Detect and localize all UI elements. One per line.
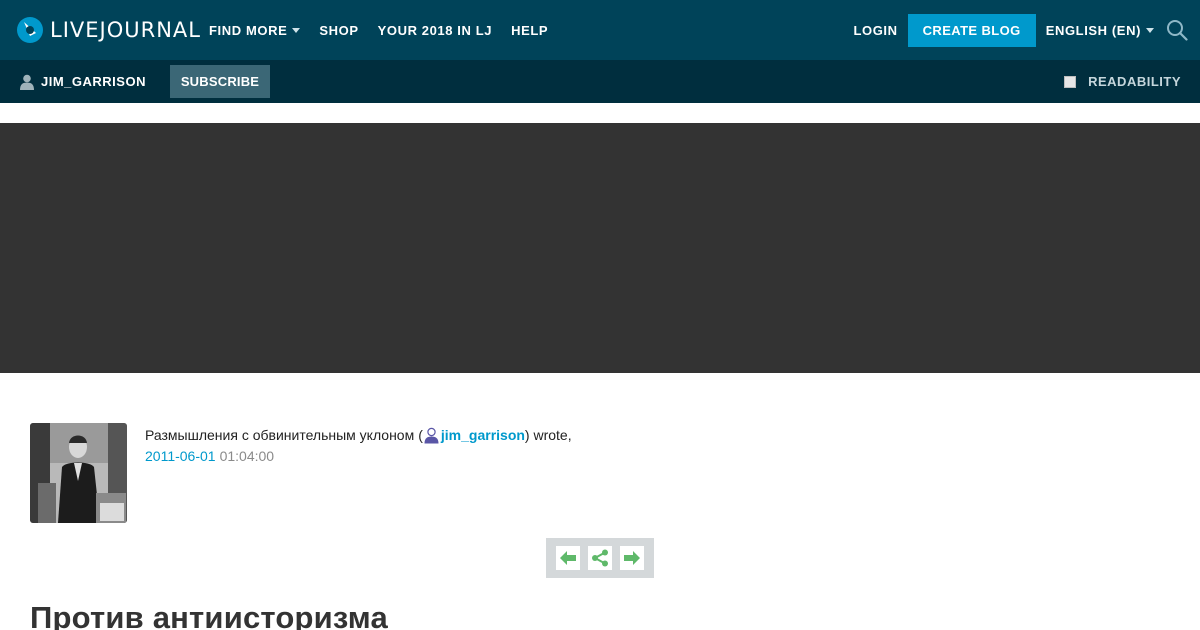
avatar-photo [30,423,127,523]
nav-shop[interactable]: SHOP [319,23,358,38]
wrote-text: ) wrote, [524,427,572,443]
create-blog-button[interactable]: CREATE BLOG [907,13,1036,47]
livejournal-logo[interactable]: LIVEJOURNAL [16,15,201,45]
nav-help-label: HELP [511,22,549,38]
nav-find-more-label: FIND MORE [209,22,288,38]
entry-date-link[interactable]: 2011-06-01 [145,448,216,464]
nav-shop-label: SHOP [319,22,359,38]
nav-help[interactable]: HELP [511,23,548,38]
journal-title: Размышления с обвинительным уклоном [145,427,415,443]
next-entry-button[interactable] [620,546,644,570]
subscribe-button[interactable]: SUBSCRIBE [170,65,270,98]
entry-meta: Размышления с обвинительным уклоном ( ji… [145,425,572,467]
journal-username: JIM_GARRISON [41,74,146,89]
journal-user-link[interactable]: JIM_GARRISON [20,60,146,103]
nav-find-more[interactable]: FIND MORE [209,22,301,38]
share-button[interactable] [588,546,612,570]
readability-checkbox[interactable] [1064,75,1077,88]
user-icon [424,427,439,444]
readability-label: READABILITY [1088,74,1181,89]
top-navigation-bar: LIVEJOURNAL FIND MORE SHOP YOUR 2018 IN … [0,0,1200,60]
language-selector[interactable]: ENGLISH (EN) [1046,23,1154,38]
arrow-left-icon [560,551,576,565]
readability-toggle[interactable]: READABILITY [1064,60,1181,103]
chevron-down-icon [1146,27,1154,33]
nav-your-2018-label: YOUR 2018 IN LJ [377,22,493,38]
avatar[interactable] [30,423,127,523]
share-icon [592,549,608,567]
livejournal-logo-icon [17,17,43,43]
main-nav: FIND MORE SHOP YOUR 2018 IN LJ HELP [209,0,567,60]
user-icon [20,74,34,90]
nav-your-2018-in-lj[interactable]: YOUR 2018 IN LJ [378,23,493,38]
header-actions: LOGIN CREATE BLOG ENGLISH (EN) [853,0,1188,60]
entry-controls [546,538,654,578]
previous-entry-button[interactable] [556,546,580,570]
language-label: ENGLISH (EN) [1045,22,1141,38]
chevron-down-icon [292,27,301,33]
entry-datetime: 2011-06-01 01:04:00 [145,446,572,467]
logo-text: LIVEJOURNAL [50,18,201,42]
author-user-link[interactable]: jim_garrison [423,425,525,446]
entry-author-line: Размышления с обвинительным уклоном ( ji… [145,425,572,446]
entry-title: Против антиисторизма [30,600,388,630]
search-icon[interactable] [1166,19,1188,41]
entry-time: 01:04:00 [219,448,275,464]
journal-subbar: JIM_GARRISON SUBSCRIBE READABILITY [0,60,1200,103]
arrow-right-icon [624,551,640,565]
author-username: jim_garrison [440,427,525,443]
login-link[interactable]: LOGIN [853,23,897,38]
journal-banner [0,123,1200,373]
